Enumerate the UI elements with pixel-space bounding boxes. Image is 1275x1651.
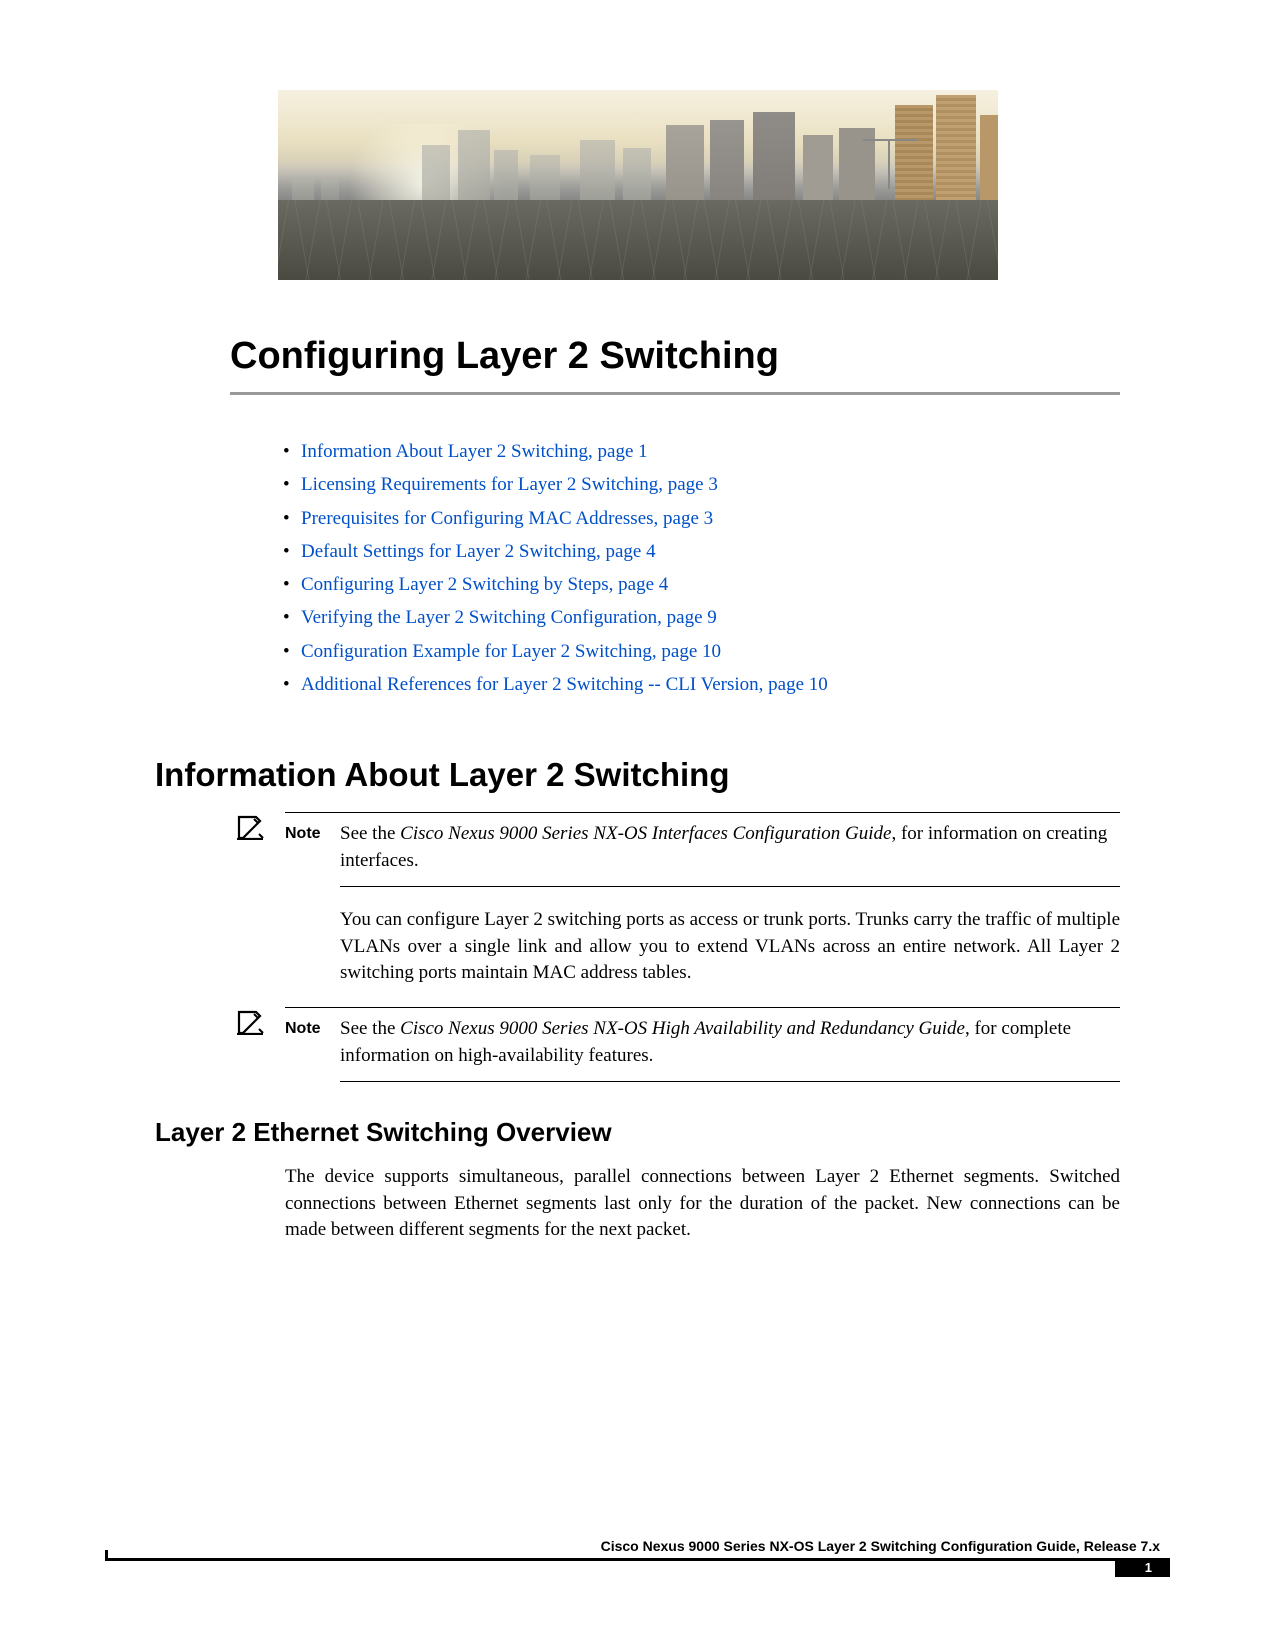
toc-item: Additional References for Layer 2 Switch…: [283, 668, 1120, 701]
footer-guide-title: Cisco Nexus 9000 Series NX-OS Layer 2 Sw…: [105, 1538, 1170, 1554]
toc-link[interactable]: Configuration Example for Layer 2 Switch…: [301, 641, 721, 662]
note-block: Note See the Cisco Nexus 9000 Series NX-…: [230, 1007, 1120, 1069]
toc-link[interactable]: Configuring Layer 2 Switching by Steps, …: [301, 574, 668, 595]
toc-item: Default Settings for Layer 2 Switching, …: [283, 535, 1120, 568]
note-label: Note: [285, 821, 340, 874]
toc-link[interactable]: Verifying the Layer 2 Switching Configur…: [301, 607, 717, 628]
chapter-title: Configuring Layer 2 Switching: [230, 335, 1120, 395]
toc-item: Verifying the Layer 2 Switching Configur…: [283, 601, 1120, 634]
note-text: See the Cisco Nexus 9000 Series NX-OS In…: [340, 821, 1120, 874]
toc-item: Prerequisites for Configuring MAC Addres…: [283, 502, 1120, 535]
note-label: Note: [285, 1016, 340, 1069]
toc-link[interactable]: Prerequisites for Configuring MAC Addres…: [301, 508, 713, 529]
toc-item: Licensing Requirements for Layer 2 Switc…: [283, 468, 1120, 501]
note-block: Note See the Cisco Nexus 9000 Series NX-…: [230, 812, 1120, 874]
toc-link[interactable]: Additional References for Layer 2 Switch…: [301, 674, 828, 695]
chapter-banner-image: [278, 90, 998, 280]
toc-link[interactable]: Information About Layer 2 Switching, pag…: [301, 441, 648, 462]
toc-item: Configuring Layer 2 Switching by Steps, …: [283, 568, 1120, 601]
body-paragraph: You can configure Layer 2 switching port…: [340, 907, 1120, 987]
body-paragraph: The device supports simultaneous, parall…: [285, 1164, 1120, 1244]
toc-link[interactable]: Default Settings for Layer 2 Switching, …: [301, 541, 656, 562]
toc-item: Configuration Example for Layer 2 Switch…: [283, 635, 1120, 668]
note-pencil-icon: [236, 1009, 266, 1035]
toc-link[interactable]: Licensing Requirements for Layer 2 Switc…: [301, 474, 718, 495]
page-number: 1: [1115, 1558, 1170, 1577]
table-of-contents: Information About Layer 2 Switching, pag…: [283, 435, 1120, 701]
toc-item: Information About Layer 2 Switching, pag…: [283, 435, 1120, 468]
note-pencil-icon: [236, 814, 266, 840]
section-heading-info: Information About Layer 2 Switching: [155, 756, 1120, 794]
section-heading-overview: Layer 2 Ethernet Switching Overview: [155, 1117, 1120, 1148]
page-footer: Cisco Nexus 9000 Series NX-OS Layer 2 Sw…: [105, 1538, 1170, 1561]
note-text: See the Cisco Nexus 9000 Series NX-OS Hi…: [340, 1016, 1120, 1069]
